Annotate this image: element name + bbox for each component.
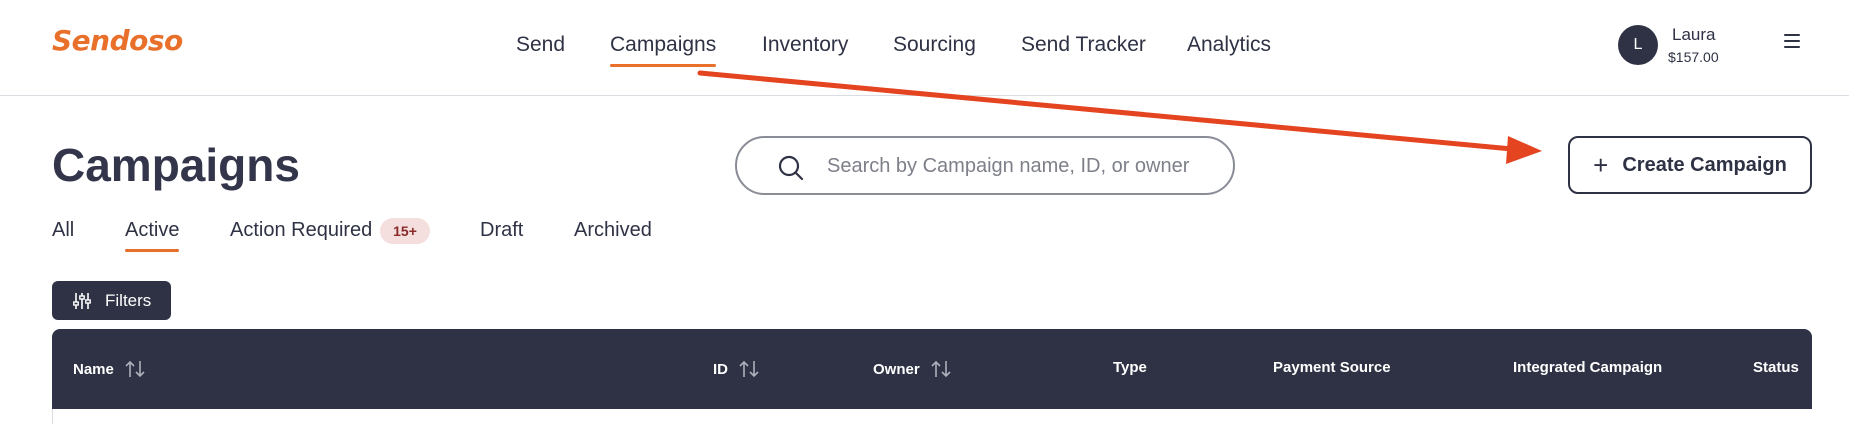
column-label: Owner xyxy=(873,360,920,378)
column-header-owner[interactable]: Owner xyxy=(873,359,952,379)
column-header-name[interactable]: Name xyxy=(73,359,146,379)
hamburger-icon[interactable] xyxy=(1784,34,1800,48)
sort-icon[interactable] xyxy=(930,359,952,379)
nav-item-inventory[interactable]: Inventory xyxy=(762,33,848,57)
sort-icon[interactable] xyxy=(124,359,146,379)
column-label: Status xyxy=(1753,359,1799,376)
sliders-icon xyxy=(73,292,91,309)
column-header-id[interactable]: ID xyxy=(713,359,760,379)
column-label: Payment Source xyxy=(1273,359,1391,376)
tab-archived[interactable]: Archived xyxy=(574,219,652,242)
plus-icon: + xyxy=(1593,150,1609,180)
campaign-search[interactable] xyxy=(735,136,1235,195)
column-label: Name xyxy=(73,360,114,378)
column-header-payment-source: Payment Source xyxy=(1273,359,1391,376)
user-avatar[interactable]: L xyxy=(1618,25,1658,65)
nav-item-send-tracker[interactable]: Send Tracker xyxy=(1021,33,1146,57)
search-input[interactable] xyxy=(827,150,1217,182)
search-icon xyxy=(778,155,804,181)
page-title: Campaigns xyxy=(52,139,300,191)
tab-draft[interactable]: Draft xyxy=(480,219,523,242)
user-name[interactable]: Laura xyxy=(1672,25,1715,45)
table-body xyxy=(52,409,1812,424)
nav-item-send[interactable]: Send xyxy=(516,33,565,57)
filters-button[interactable]: Filters xyxy=(52,281,171,320)
nav-item-sourcing[interactable]: Sourcing xyxy=(893,33,976,57)
sendoso-logo[interactable]: Sendoso xyxy=(52,24,183,57)
user-balance: $157.00 xyxy=(1668,49,1719,65)
action-required-count-badge: 15+ xyxy=(380,218,430,244)
column-header-integrated-campaign: Integrated Campaign xyxy=(1513,359,1662,376)
tab-action-required[interactable]: Action Required xyxy=(230,219,372,242)
column-header-status: Status xyxy=(1753,359,1799,376)
column-label: ID xyxy=(713,360,728,378)
sort-icon[interactable] xyxy=(738,359,760,379)
tab-all[interactable]: All xyxy=(52,219,74,242)
tab-active[interactable]: Active xyxy=(125,219,180,252)
nav-item-campaigns[interactable]: Campaigns xyxy=(610,33,717,67)
column-label: Integrated Campaign xyxy=(1513,359,1663,376)
campaigns-table-header: Name ID Owner Type Payment Source Integr… xyxy=(52,329,1812,409)
column-label: Type xyxy=(1113,359,1147,376)
avatar-initial: L xyxy=(1633,36,1643,53)
create-campaign-label: Create Campaign xyxy=(1622,153,1787,176)
nav-item-analytics[interactable]: Analytics xyxy=(1187,33,1271,57)
top-navigation-bar: Sendoso Send Campaigns Inventory Sourcin… xyxy=(0,0,1849,96)
filters-label: Filters xyxy=(105,290,152,310)
column-header-type: Type xyxy=(1113,359,1147,376)
create-campaign-button[interactable]: + Create Campaign xyxy=(1568,136,1812,194)
